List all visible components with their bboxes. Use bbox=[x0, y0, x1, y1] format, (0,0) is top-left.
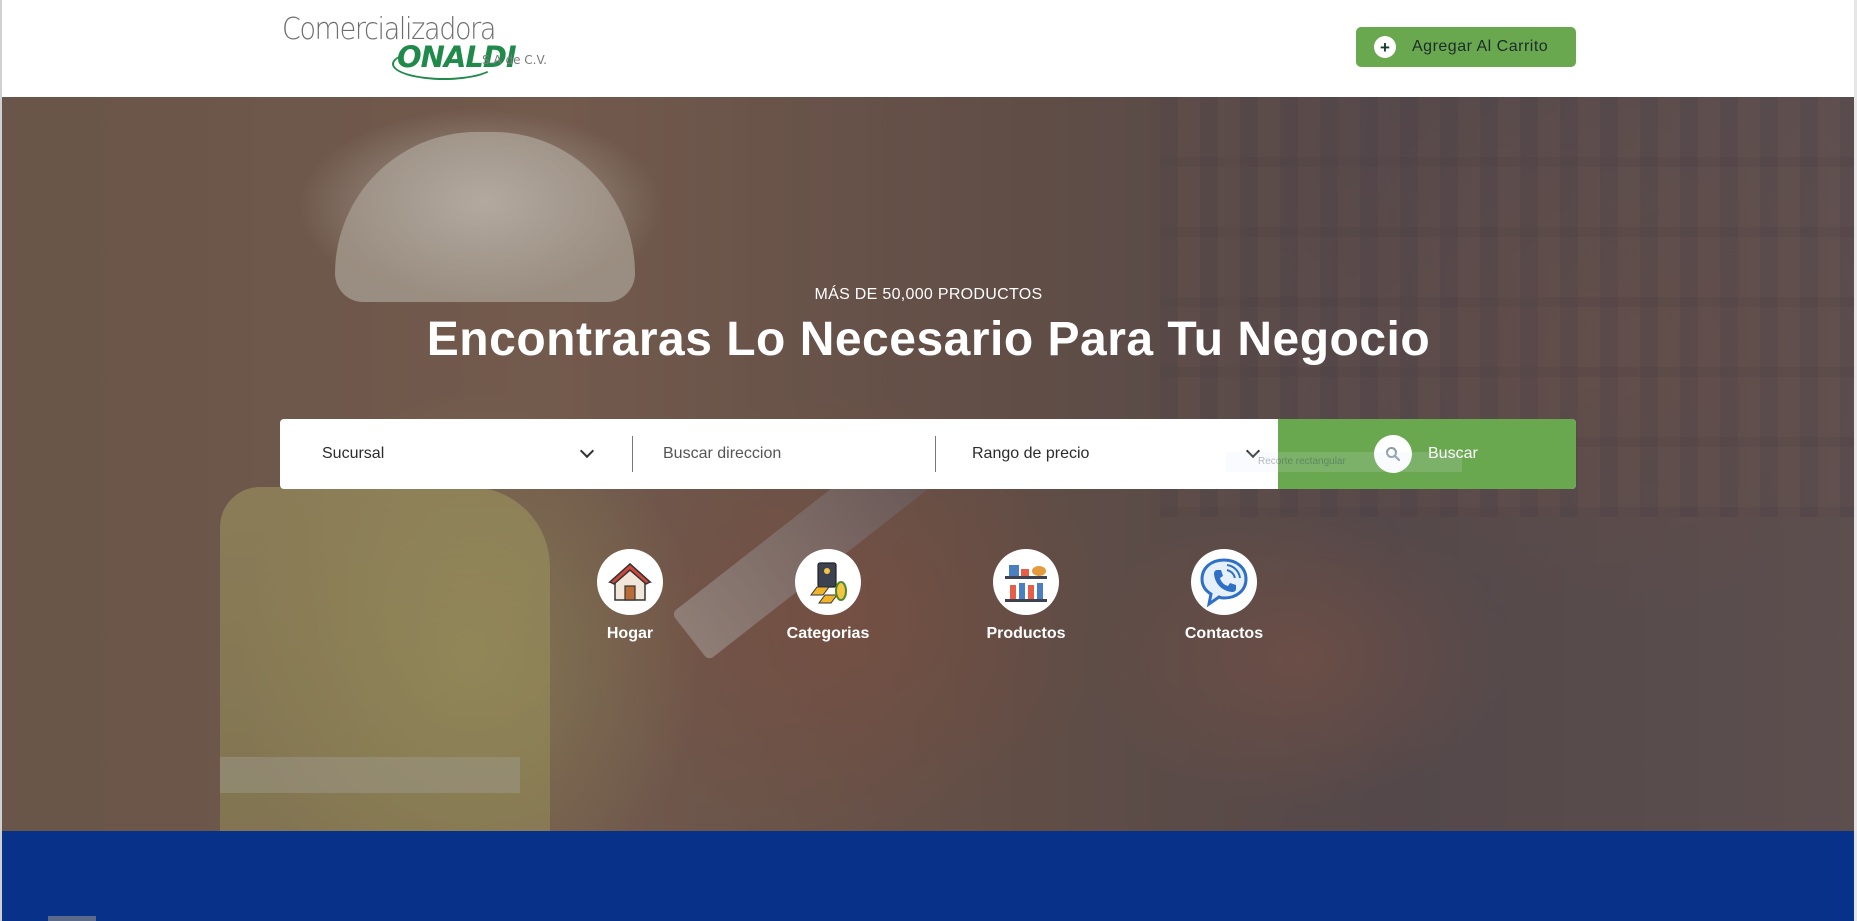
quick-link-label: Categorias bbox=[786, 625, 870, 642]
quick-link-categorias[interactable]: Categorias bbox=[768, 549, 888, 643]
quick-link-label: Contactos bbox=[1184, 625, 1264, 642]
address-input-placeholder: Buscar direccion bbox=[663, 445, 782, 462]
window-left-edge bbox=[0, 0, 2, 921]
address-input[interactable]: Buscar direccion bbox=[633, 419, 935, 489]
price-range-label: Rango de precio bbox=[972, 445, 1090, 462]
company-logo[interactable]: Comercializadora ONALDI S.A de C.V. bbox=[282, 10, 552, 80]
add-to-cart-button[interactable]: + Agregar Al Carrito bbox=[1356, 27, 1576, 67]
plus-icon: + bbox=[1374, 36, 1396, 58]
branch-select[interactable]: Sucursal bbox=[280, 419, 632, 489]
chevron-down-icon bbox=[579, 443, 595, 459]
house-icon bbox=[597, 549, 663, 615]
hero-eyebrow: MÁS DE 50,000 PRODUCTOS bbox=[814, 286, 1043, 303]
hero-banner: MÁS DE 50,000 PRODUCTOS Encontraras Lo N… bbox=[0, 97, 1857, 831]
phone-chat-icon bbox=[1191, 549, 1257, 615]
products-shelf-icon bbox=[993, 549, 1059, 615]
quick-link-label: Hogar bbox=[606, 625, 654, 642]
bottom-scroll-indicator bbox=[48, 916, 96, 921]
quick-link-label: Productos bbox=[986, 625, 1066, 642]
quick-link-contactos[interactable]: Contactos bbox=[1164, 549, 1284, 643]
faint-overlay-text: Recorte rectangular bbox=[1226, 452, 1462, 472]
add-to-cart-label: Agregar Al Carrito bbox=[1412, 38, 1549, 55]
quick-link-hogar[interactable]: Hogar bbox=[570, 549, 690, 643]
branch-select-label: Sucursal bbox=[322, 445, 385, 462]
categories-icon bbox=[795, 549, 861, 615]
footer-band bbox=[0, 831, 1857, 921]
quick-link-productos[interactable]: Productos bbox=[966, 549, 1086, 643]
hero-headline: Encontraras Lo Necesario Para Tu Negocio bbox=[426, 313, 1431, 366]
logo-suffix: S.A de C.V. bbox=[482, 53, 547, 67]
site-header: Comercializadora ONALDI S.A de C.V. + Ag… bbox=[0, 0, 1857, 97]
